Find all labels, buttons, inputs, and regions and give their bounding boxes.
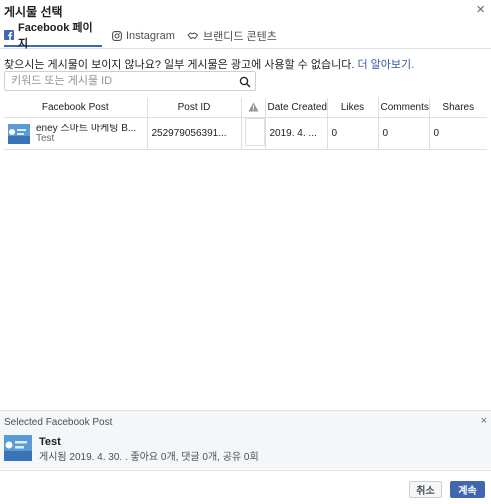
selected-post-panel: Selected Facebook Post × Test 게시됨 2019. … — [0, 410, 491, 469]
cancel-button[interactable]: 취소 — [409, 481, 442, 498]
selected-panel-title: Selected Facebook Post — [4, 417, 113, 428]
post-cell: eney 스마트 마케팅 B... Test — [4, 117, 148, 150]
column-header-likes[interactable]: Likes — [326, 98, 379, 118]
shares-cell: 0 — [428, 117, 487, 150]
date-cell: 2019. 4. ... — [264, 117, 328, 150]
status-indicator — [244, 118, 264, 146]
tab-facebook-page[interactable]: Facebook 페이지 — [4, 22, 102, 50]
column-header-shares[interactable]: Shares — [428, 98, 487, 118]
search-box — [4, 71, 256, 91]
status-cell — [240, 117, 266, 150]
tab-branded-content[interactable]: 브랜디드 콘텐츠 — [187, 24, 277, 47]
handshake-icon — [187, 31, 199, 41]
instagram-icon — [112, 30, 122, 41]
close-icon[interactable]: × — [481, 415, 487, 427]
post-thumbnail — [8, 123, 30, 144]
column-header-post-id[interactable]: Post ID — [146, 98, 242, 118]
post-subtitle: Test — [36, 132, 55, 144]
likes-cell: 0 — [326, 117, 379, 150]
missing-posts-hint: 찾으시는 게시물이 보이지 않나요? 일부 게시물은 광고에 사용할 수 없습니… — [4, 56, 414, 72]
dialog-title: 게시물 선택 — [4, 5, 63, 19]
table-header-row: Facebook Post Post ID Date Created Likes… — [4, 98, 487, 118]
selected-post-meta: 게시됨 2019. 4. 30. . 좋아요 0개, 댓글 0개, 공유 0회 — [39, 452, 259, 463]
column-header-date-created[interactable]: Date Created — [264, 98, 328, 118]
source-tabs: Facebook 페이지 Instagram 브랜디드 콘텐츠 — [0, 22, 491, 50]
close-icon[interactable]: × — [476, 1, 485, 19]
facebook-icon — [4, 29, 14, 40]
tab-label: Facebook 페이지 — [18, 21, 93, 50]
column-header-status — [240, 98, 266, 118]
post-title: eney 스마트 마케팅 B... — [36, 123, 137, 134]
continue-button[interactable]: 계속 — [450, 481, 485, 498]
table-row[interactable]: eney 스마트 마케팅 B... Test 252979056391... 2… — [4, 117, 487, 150]
tab-instagram[interactable]: Instagram — [112, 24, 175, 47]
search-icon[interactable] — [239, 75, 251, 93]
learn-more-link[interactable]: 더 알아보기. — [357, 59, 414, 71]
dialog-footer: 취소 계속 — [0, 470, 491, 504]
post-id-cell: 252979056391... — [146, 117, 242, 150]
selected-post-thumbnail — [4, 435, 32, 461]
selected-post-name: Test — [39, 436, 61, 448]
column-header-comments[interactable]: Comments — [377, 98, 430, 118]
comments-cell: 0 — [377, 117, 430, 150]
warning-icon — [248, 102, 259, 113]
posts-table: Facebook Post Post ID Date Created Likes… — [4, 98, 487, 150]
tab-label: Instagram — [126, 29, 175, 42]
column-header-facebook-post[interactable]: Facebook Post — [4, 98, 148, 118]
search-input[interactable] — [11, 74, 231, 88]
hint-text: 찾으시는 게시물이 보이지 않나요? 일부 게시물은 광고에 사용할 수 없습니… — [4, 59, 355, 71]
tab-label: 브랜디드 콘텐츠 — [203, 30, 277, 43]
